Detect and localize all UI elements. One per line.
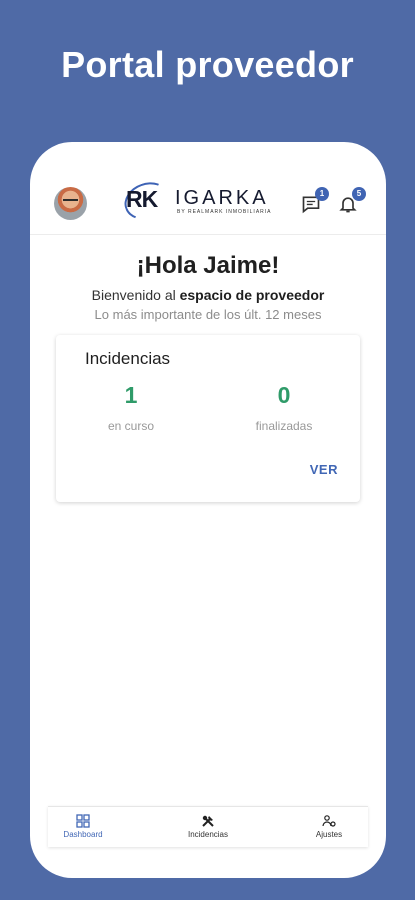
stat-in-progress: 1 en curso [56, 382, 206, 433]
nav-incidencias[interactable]: Incidencias [173, 814, 243, 839]
messages-button[interactable]: 1 [301, 187, 329, 216]
stat-finished: 0 finalizadas [209, 382, 359, 433]
nav-dashboard[interactable]: Dashboard [48, 814, 118, 839]
finished-label: finalizadas [255, 419, 313, 433]
nav-ajustes[interactable]: Ajustes [294, 814, 364, 839]
promo-title: Portal proveedor [61, 44, 354, 85]
logo-name: IGARKA [175, 187, 269, 209]
user-avatar[interactable] [54, 187, 87, 220]
card-title: Incidencias [85, 349, 171, 368]
phone-frame: RK IGARKA BY REALMARK INMOBILIARIA 1 5 ¡… [30, 142, 386, 878]
logo-tagline: BY REALMARK INMOBILIARIA [177, 209, 272, 215]
welcome-bold: espacio de proveedor [179, 287, 325, 303]
greeting-title: ¡Hola Jaime! [136, 252, 280, 279]
glasses [63, 199, 78, 204]
notifications-button[interactable]: 5 [338, 187, 366, 216]
tools-icon [202, 815, 214, 827]
period-subtitle: Lo más importante de los últ. 12 meses [94, 307, 322, 322]
app-header: RK IGARKA BY REALMARK INMOBILIARIA 1 5 [30, 142, 386, 235]
finished-value: 0 [277, 382, 291, 408]
settings-icon [322, 815, 336, 827]
in-progress-label: en curso [107, 419, 155, 433]
in-progress-value: 1 [124, 382, 138, 408]
logo-mark: RK [126, 186, 158, 212]
nav-label: Incidencias [187, 830, 229, 839]
view-button[interactable]: VER [310, 462, 338, 477]
messages-badge: 1 [315, 187, 329, 201]
nav-label: Dashboard [63, 830, 103, 839]
notifications-badge: 5 [352, 187, 366, 201]
welcome-text: Bienvenido al espacio de proveedor [30, 287, 386, 303]
incidents-card: Incidencias 1 en curso 0 finalizadas VER [56, 335, 360, 502]
welcome-prefix: Bienvenido al [91, 287, 176, 303]
dashboard-icon [76, 814, 90, 828]
nav-label: Ajustes [315, 830, 343, 839]
bottom-nav: Dashboard Incidencias Ajustes [48, 806, 368, 847]
